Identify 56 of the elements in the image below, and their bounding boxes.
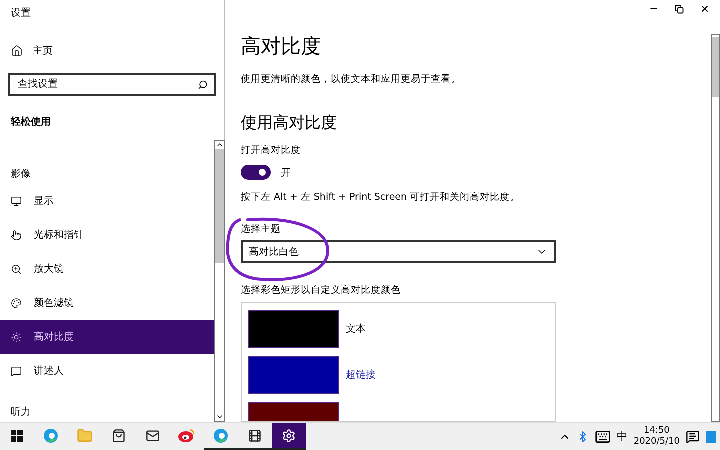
clock-date[interactable]: 2020/5/10 bbox=[634, 436, 680, 448]
folder-icon bbox=[77, 428, 93, 444]
theme-dropdown[interactable]: 高对比白色 bbox=[241, 240, 556, 263]
theme-label: 选择主题 bbox=[241, 223, 281, 236]
keyboard-icon[interactable] bbox=[594, 428, 611, 444]
shortcut-text: 按下左 Alt + 左 Shift + Print Screen 可打开和关闭高对比度。 bbox=[241, 191, 520, 204]
category-heading: 影像 bbox=[11, 169, 31, 180]
color-swatch[interactable] bbox=[248, 356, 339, 394]
hand-pointer-icon bbox=[11, 230, 22, 240]
shopping-bag-icon bbox=[112, 428, 126, 442]
home-link[interactable]: 主页 bbox=[33, 44, 53, 58]
sidebar-item[interactable]: 高对比度 bbox=[0, 320, 214, 354]
edge-browser-icon bbox=[43, 428, 59, 444]
category-heading: 听力 bbox=[11, 407, 31, 418]
section-heading: 使用高对比度 bbox=[241, 113, 337, 134]
edge-browser-icon bbox=[213, 428, 229, 444]
gear-icon bbox=[282, 428, 296, 442]
search-field[interactable]: 查找设置 bbox=[8, 73, 216, 96]
hyperlink-label: 超链接 bbox=[346, 368, 376, 382]
clock-time[interactable]: 14:50 bbox=[644, 426, 670, 436]
scroll-down-icon[interactable] bbox=[216, 413, 224, 421]
sun-icon bbox=[11, 332, 22, 342]
mail-icon bbox=[146, 428, 160, 442]
search-icon[interactable] bbox=[198, 80, 208, 90]
sidebar-item[interactable]: 光标和指针 bbox=[0, 218, 214, 252]
monitor-icon bbox=[11, 196, 22, 206]
input-method-indicator[interactable]: 中 bbox=[616, 429, 628, 444]
sidebar-item[interactable]: 讲述人 bbox=[0, 354, 214, 388]
scrollbar[interactable] bbox=[711, 34, 720, 422]
description-text: 使用更清晰的颜色，以使文本和应用更易于查看。 bbox=[241, 73, 461, 86]
swatches-label: 选择彩色矩形以自定义高对比度颜色 bbox=[241, 284, 401, 297]
toggle-switch[interactable] bbox=[241, 165, 271, 180]
scrollbar[interactable] bbox=[214, 140, 225, 422]
notification-icon[interactable] bbox=[686, 430, 700, 444]
sidebar-item[interactable]: 放大镜 bbox=[0, 252, 214, 286]
zoom-in-icon bbox=[11, 264, 22, 274]
film-icon bbox=[248, 428, 262, 442]
sidebar-item[interactable]: 显示 bbox=[0, 184, 214, 218]
section-heading: 轻松使用 bbox=[11, 117, 51, 128]
close-icon[interactable] bbox=[700, 4, 710, 14]
color-swatch[interactable] bbox=[248, 310, 339, 348]
restore-icon[interactable] bbox=[675, 4, 684, 14]
speech-bubble-icon bbox=[11, 366, 22, 376]
window-title: 设置 bbox=[10, 6, 32, 21]
palette-icon bbox=[11, 298, 22, 308]
toggle-state: 开 bbox=[281, 166, 291, 180]
weibo-icon bbox=[178, 428, 196, 443]
toggle-label: 打开高对比度 bbox=[241, 144, 301, 157]
show-desktop-button[interactable] bbox=[706, 430, 716, 442]
text-label: 文本 bbox=[346, 322, 366, 336]
home-icon[interactable] bbox=[11, 45, 23, 57]
page-title: 高对比度 bbox=[241, 33, 321, 60]
taskbar-app[interactable] bbox=[272, 423, 306, 450]
windows-logo-icon bbox=[11, 430, 23, 442]
scroll-up-icon[interactable] bbox=[216, 141, 224, 149]
sidebar-item[interactable]: 颜色滤镜 bbox=[0, 286, 214, 320]
